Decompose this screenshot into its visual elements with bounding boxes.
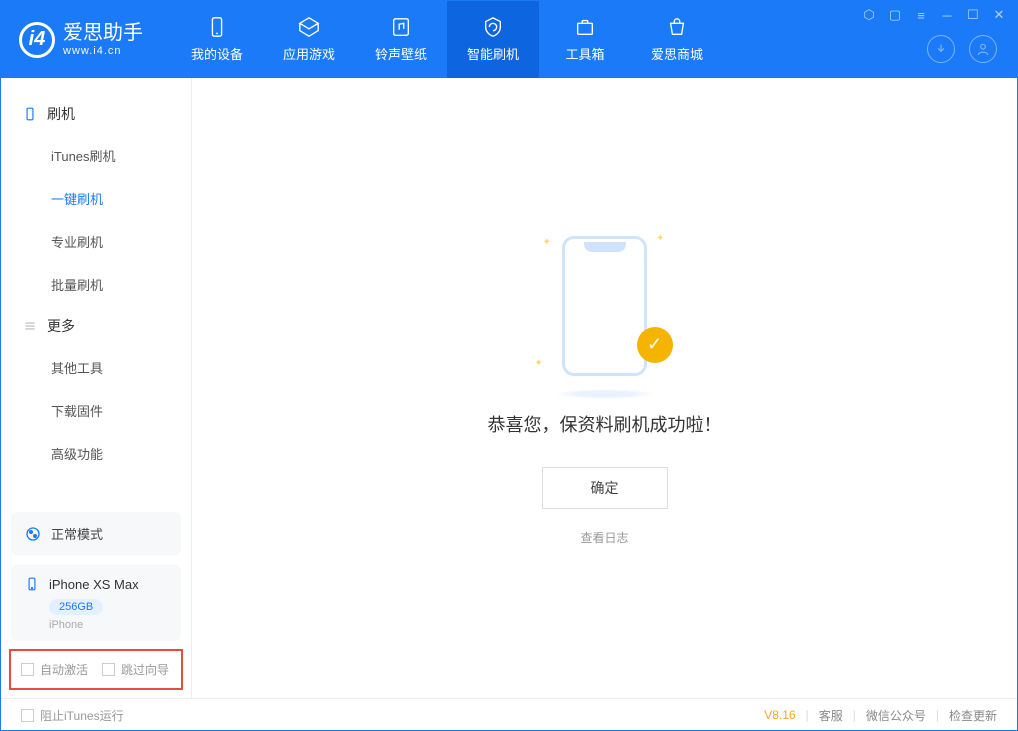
lock-icon[interactable]: ▢: [887, 7, 903, 23]
version-label: V8.16: [764, 708, 795, 722]
window-controls: ⬡ ▢ ≡ ─ ☐ ✕: [861, 7, 1007, 23]
sidebar-item-download-firmware[interactable]: 下载固件: [1, 389, 191, 432]
sidebar-section-flash: 刷机: [1, 94, 191, 134]
device-type: iPhone: [49, 619, 167, 631]
sidebar-item-other-tools[interactable]: 其他工具: [1, 346, 191, 389]
tab-apps-games[interactable]: 应用游戏: [263, 1, 355, 78]
checkbox-block-itunes[interactable]: 阻止iTunes运行: [21, 707, 124, 724]
tab-smart-flash[interactable]: 智能刷机: [447, 1, 539, 78]
logo-area: i4 爱思助手 www.i4.cn: [1, 1, 161, 78]
tab-ringtones-wallpapers[interactable]: 铃声壁纸: [355, 1, 447, 78]
sidebar-item-pro-flash[interactable]: 专业刷机: [1, 220, 191, 263]
device-storage-badge: 256GB: [49, 599, 103, 615]
sidebar-item-advanced[interactable]: 高级功能: [1, 432, 191, 475]
app-header: i4 爱思助手 www.i4.cn 我的设备 应用游戏 铃声壁纸 智能刷机 工具…: [1, 1, 1017, 78]
success-illustration: ✦✦✦ ✓: [545, 231, 665, 381]
footer-link-wechat[interactable]: 微信公众号: [866, 707, 926, 724]
download-icon[interactable]: [927, 35, 955, 63]
minimize-button[interactable]: ─: [939, 7, 955, 23]
checkbox-skip-guide[interactable]: 跳过向导: [102, 661, 169, 678]
tab-toolbox[interactable]: 工具箱: [539, 1, 631, 78]
success-message: 恭喜您，保资料刷机成功啦！: [488, 411, 722, 437]
checkbox-auto-activate[interactable]: 自动激活: [21, 661, 88, 678]
device-card[interactable]: iPhone XS Max 256GB iPhone: [11, 565, 181, 641]
device-name: iPhone XS Max: [49, 577, 139, 592]
logo-icon: i4: [19, 22, 55, 58]
sidebar-item-batch-flash[interactable]: 批量刷机: [1, 263, 191, 306]
menu-icon[interactable]: ≡: [913, 7, 929, 23]
shirt-icon[interactable]: ⬡: [861, 7, 877, 23]
app-subtitle: www.i4.cn: [63, 45, 143, 58]
main-content: ✦✦✦ ✓ 恭喜您，保资料刷机成功啦！ 确定 查看日志: [192, 78, 1017, 698]
sidebar: 刷机 iTunes刷机 一键刷机 专业刷机 批量刷机 更多 其他工具 下载固件 …: [1, 78, 192, 698]
sidebar-section-more: 更多: [1, 306, 191, 346]
footer-link-support[interactable]: 客服: [819, 707, 843, 724]
ok-button[interactable]: 确定: [542, 467, 668, 509]
close-button[interactable]: ✕: [991, 7, 1007, 23]
view-log-link[interactable]: 查看日志: [580, 529, 628, 546]
highlighted-checkbox-row: 自动激活 跳过向导: [9, 649, 183, 690]
tab-my-device[interactable]: 我的设备: [171, 1, 263, 78]
mode-card[interactable]: 正常模式: [11, 512, 181, 555]
tab-store[interactable]: 爱思商城: [631, 1, 723, 78]
check-icon: ✓: [637, 327, 673, 363]
user-icon[interactable]: [969, 35, 997, 63]
nav-tabs: 我的设备 应用游戏 铃声壁纸 智能刷机 工具箱 爱思商城: [171, 1, 723, 78]
app-title: 爱思助手: [63, 21, 143, 45]
footer-link-update[interactable]: 检查更新: [949, 707, 997, 724]
footer: 阻止iTunes运行 V8.16 | 客服 | 微信公众号 | 检查更新: [1, 698, 1017, 731]
sidebar-item-itunes-flash[interactable]: iTunes刷机: [1, 134, 191, 177]
maximize-button[interactable]: ☐: [965, 7, 981, 23]
sidebar-item-oneclick-flash[interactable]: 一键刷机: [1, 177, 191, 220]
